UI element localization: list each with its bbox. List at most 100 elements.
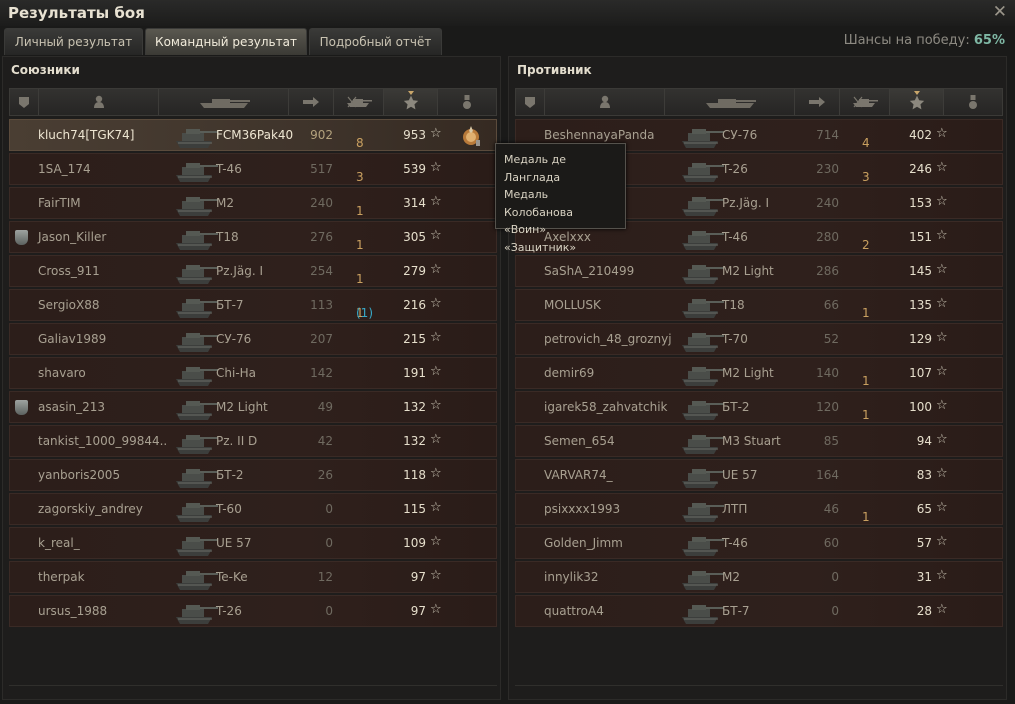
player-row[interactable]: tankist_1000_99844.. Pz. II D 42 132 ☆ [9,425,497,457]
kills-count: 1 [862,306,870,320]
close-icon[interactable]: ✕ [993,2,1007,22]
player-name: tankist_1000_99844.. [38,434,168,448]
tank-icon [172,155,220,185]
tooltip-line: Медаль де Ланглада [504,153,566,184]
col-squad-icon[interactable] [10,89,39,115]
player-row[interactable]: therpak Te-Ke 12 97 ☆ [9,561,497,593]
kills-count: 1 [862,408,870,422]
xp-value: 115 [403,502,426,516]
star-icon: ☆ [936,568,948,583]
vehicle-name: M2 [722,570,740,584]
col-kills-icon[interactable] [334,89,384,115]
player-row[interactable]: kluch74[TGK74] FCM36Pak40 902 8 953 ☆ [9,119,497,151]
tank-icon [172,189,220,219]
col-vehicle-icon[interactable] [159,89,289,115]
player-row[interactable]: innylik32 M2 0 31 ☆ [515,561,1003,593]
star-icon: ☆ [430,500,442,515]
player-row[interactable]: VARVAR74_ UE 57 164 83 ☆ [515,459,1003,491]
player-name: yanboris2005 [38,468,121,482]
player-row[interactable]: 1SA_174 T-46 517 3 539 ☆ [9,153,497,185]
vehicle-name: Pz.Jäg. I [216,264,264,278]
kills-count: 4 [862,136,870,150]
player-row[interactable]: zagorskiy_andrey T-60 0 115 ☆ [9,493,497,525]
tooltip-line: «Защитник» [504,240,577,254]
star-icon: ☆ [430,398,442,413]
xp-value: 953 [403,128,426,142]
player-name: SaShA_210499 [544,264,635,278]
player-row[interactable]: Galiav1989 СУ-76 207 215 ☆ [9,323,497,355]
player-row[interactable]: petrovich_48_groznyj T-70 52 129 ☆ [515,323,1003,355]
medal-icon[interactable] [460,124,482,148]
kills-count: 1 [862,510,870,524]
kills-count: 1 [356,204,364,218]
vehicle-name: UE 57 [216,536,252,550]
allies-header [9,88,497,116]
kills-count: 3 [356,170,364,184]
damage-value: 240 [816,196,839,210]
xp-value: 135 [909,298,932,312]
player-row[interactable]: ursus_1988 T-26 0 97 ☆ [9,595,497,627]
player-row[interactable]: Golden_Jimm T-46 60 57 ☆ [515,527,1003,559]
player-row[interactable]: k_real_ UE 57 0 109 ☆ [9,527,497,559]
vehicle-name: ЛТП [722,502,748,516]
player-row[interactable]: SaShA_210499 M2 Light 286 145 ☆ [515,255,1003,287]
col-medals-icon[interactable] [438,89,496,115]
col-damage-icon[interactable] [795,89,840,115]
player-row[interactable]: asasin_213 M2 Light 49 132 ☆ [9,391,497,423]
damage-value: 0 [831,570,839,584]
player-name: k_real_ [38,536,80,550]
kills-count: 3 [862,170,870,184]
kills-count: 2 [862,238,870,252]
damage-value: 0 [831,604,839,618]
tooltip-line: «Воин» [504,223,547,236]
star-icon: ☆ [430,432,442,447]
tab-personal-result[interactable]: Личный результат [4,28,143,55]
tank-icon [172,291,220,321]
damage-value: 49 [317,400,333,414]
damage-value: 902 [310,128,333,142]
col-player-icon[interactable] [545,89,665,115]
star-icon: ☆ [936,194,948,209]
player-row[interactable]: SergioX88 БТ-7 113 1 (1) 216 ☆ [9,289,497,321]
tank-icon [678,223,726,253]
player-row[interactable]: Jason_Killer T18 276 1 305 ☆ [9,221,497,253]
col-medals-icon[interactable] [944,89,1002,115]
tank-icon [172,393,220,423]
player-row[interactable]: Semen_654 M3 Stuart 85 94 ☆ [515,425,1003,457]
player-row[interactable]: shavaro Chi-Ha 142 191 ☆ [9,357,497,389]
xp-value: 132 [403,400,426,414]
title-bar: Результаты боя ✕ [0,0,1015,26]
col-vehicle-icon[interactable] [665,89,795,115]
player-row[interactable]: demir69 M2 Light 140 1 107 ☆ [515,357,1003,389]
xp-value: 100 [909,400,932,414]
player-row[interactable]: FairTIM M2 240 1 314 ☆ [9,187,497,219]
player-row[interactable]: psixxxx1993 ЛТП 46 1 65 ☆ [515,493,1003,525]
col-kills-icon[interactable] [840,89,890,115]
player-row[interactable]: yanboris2005 БТ-2 26 118 ☆ [9,459,497,491]
vehicle-name: БТ-2 [722,400,750,414]
star-icon: ☆ [936,126,948,141]
player-row[interactable]: Cross_911 Pz.Jäg. I 254 1 279 ☆ [9,255,497,287]
damage-value: 12 [317,570,333,584]
tab-team-result[interactable]: Командный результат [145,28,307,55]
vehicle-name: M2 [216,196,234,210]
col-xp-icon[interactable] [890,89,944,115]
player-row[interactable]: MOLLUSK T18 66 1 135 ☆ [515,289,1003,321]
col-player-icon[interactable] [39,89,159,115]
player-name: Galiav1989 [38,332,107,346]
player-row[interactable]: igarek58_zahvatchik БТ-2 120 1 100 ☆ [515,391,1003,423]
xp-value: 94 [916,434,932,448]
star-icon: ☆ [430,126,442,141]
window-title: Результаты боя [8,4,145,22]
col-xp-icon[interactable] [384,89,438,115]
col-squad-icon[interactable] [516,89,545,115]
tank-icon [678,359,726,389]
xp-value: 57 [916,536,932,550]
tab-detailed-report[interactable]: Подробный отчёт [309,28,442,55]
vehicle-name: T-46 [722,230,748,244]
player-row[interactable]: quattroA4 БТ-7 0 28 ☆ [515,595,1003,627]
tank-icon [678,121,726,151]
kills-count: 1 [862,374,870,388]
col-damage-icon[interactable] [289,89,334,115]
tank-icon [678,427,726,457]
